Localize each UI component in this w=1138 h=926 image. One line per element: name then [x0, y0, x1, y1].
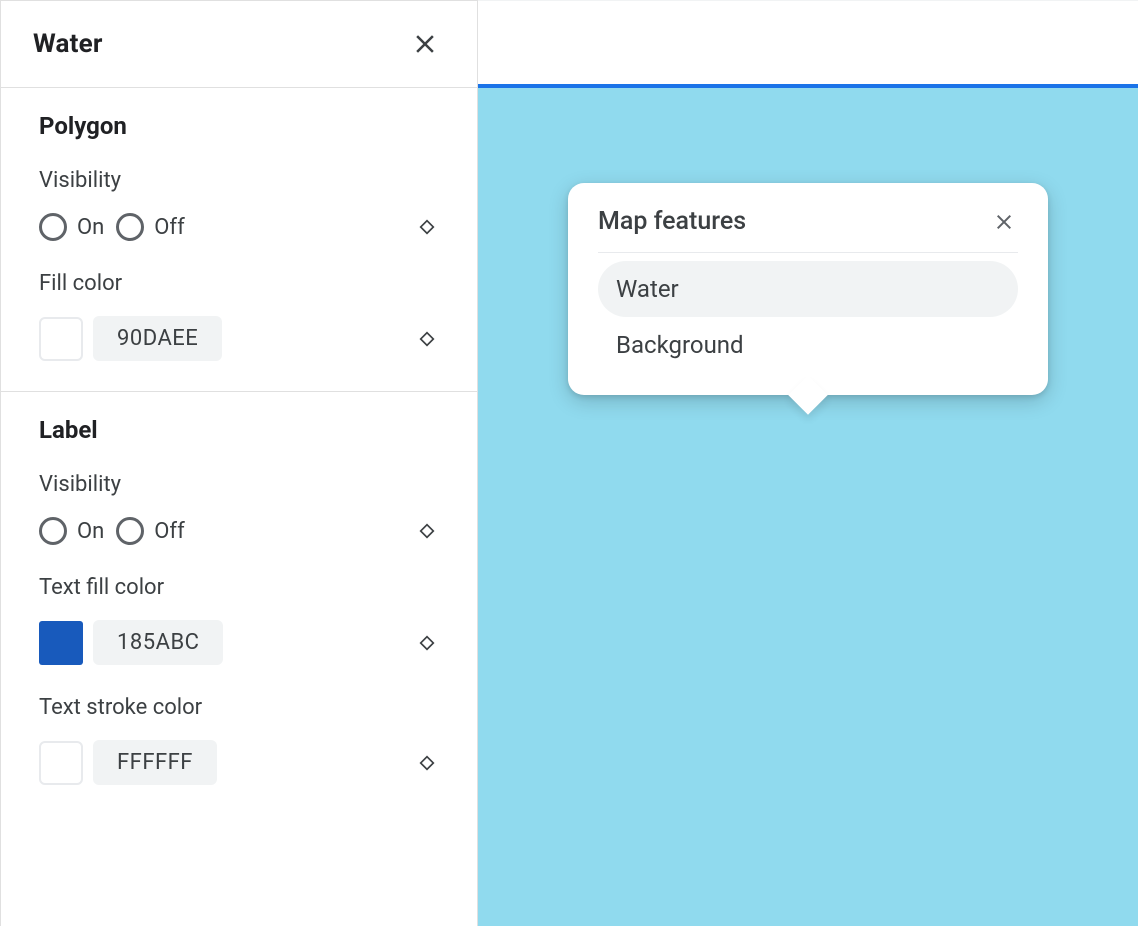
radio-label-off: Off: [154, 215, 184, 240]
label-textstroke-row: FFFFFF: [39, 740, 439, 785]
label-textfill-label: Text fill color: [39, 575, 439, 600]
preview-canvas[interactable]: Map features Water Background: [478, 88, 1138, 926]
popup-title: Map features: [598, 207, 746, 236]
section-polygon: Polygon Visibility On Off Fill: [1, 88, 477, 392]
panel-header: Water: [1, 0, 477, 88]
close-icon[interactable]: [405, 24, 445, 64]
override-indicator-icon[interactable]: [415, 215, 439, 239]
override-indicator-icon[interactable]: [415, 327, 439, 351]
polygon-visibility-radio-group: On Off: [39, 213, 185, 241]
polygon-visibility-on[interactable]: On: [39, 213, 104, 241]
label-visibility-off[interactable]: Off: [116, 517, 184, 545]
label-visibility-row: On Off: [39, 517, 439, 545]
radio-icon: [39, 517, 67, 545]
polygon-fillcolor-label: Fill color: [39, 271, 439, 296]
style-sidebar: Water Polygon Visibility On Off: [0, 0, 478, 926]
override-indicator-icon[interactable]: [415, 631, 439, 655]
label-textfill-swatch[interactable]: [39, 621, 83, 665]
label-textstroke-swatch[interactable]: [39, 741, 83, 785]
close-icon[interactable]: [990, 208, 1018, 236]
map-preview: Map features Water Background: [478, 0, 1138, 926]
swatch-color: [39, 621, 83, 665]
preview-topbar: [478, 0, 1138, 88]
radio-label-on: On: [77, 215, 104, 240]
swatch-color: [44, 322, 78, 356]
section-heading-polygon: Polygon: [39, 112, 439, 140]
radio-icon: [39, 213, 67, 241]
label-textstroke-hex[interactable]: FFFFFF: [93, 740, 217, 785]
radio-icon: [116, 213, 144, 241]
label-textfill-row: 185ABC: [39, 620, 439, 665]
polygon-fillcolor-swatch[interactable]: [39, 317, 83, 361]
polygon-visibility-off[interactable]: Off: [116, 213, 184, 241]
label-visibility-on[interactable]: On: [39, 517, 104, 545]
popup-item-background[interactable]: Background: [598, 317, 1018, 373]
label-textfill-hex[interactable]: 185ABC: [93, 620, 223, 665]
section-label: Label Visibility On Off Text fi: [1, 392, 477, 815]
section-heading-label: Label: [39, 416, 439, 444]
label-visibility-radio-group: On Off: [39, 517, 185, 545]
label-textstroke-label: Text stroke color: [39, 695, 439, 720]
popup-item-water[interactable]: Water: [598, 261, 1018, 317]
polygon-visibility-row: On Off: [39, 213, 439, 241]
override-indicator-icon[interactable]: [415, 519, 439, 543]
radio-label-on: On: [77, 519, 104, 544]
panel-title: Water: [33, 29, 103, 59]
popup-header: Map features: [598, 207, 1018, 253]
polygon-fillcolor-row: 90DAEE: [39, 316, 439, 361]
radio-label-off: Off: [154, 519, 184, 544]
swatch-color: [44, 746, 78, 780]
label-visibility-label: Visibility: [39, 472, 439, 497]
map-features-popup: Map features Water Background: [568, 183, 1048, 395]
app-root: Water Polygon Visibility On Off: [0, 0, 1138, 926]
radio-icon: [116, 517, 144, 545]
polygon-fillcolor-hex[interactable]: 90DAEE: [93, 316, 222, 361]
polygon-visibility-label: Visibility: [39, 168, 439, 193]
override-indicator-icon[interactable]: [415, 751, 439, 775]
